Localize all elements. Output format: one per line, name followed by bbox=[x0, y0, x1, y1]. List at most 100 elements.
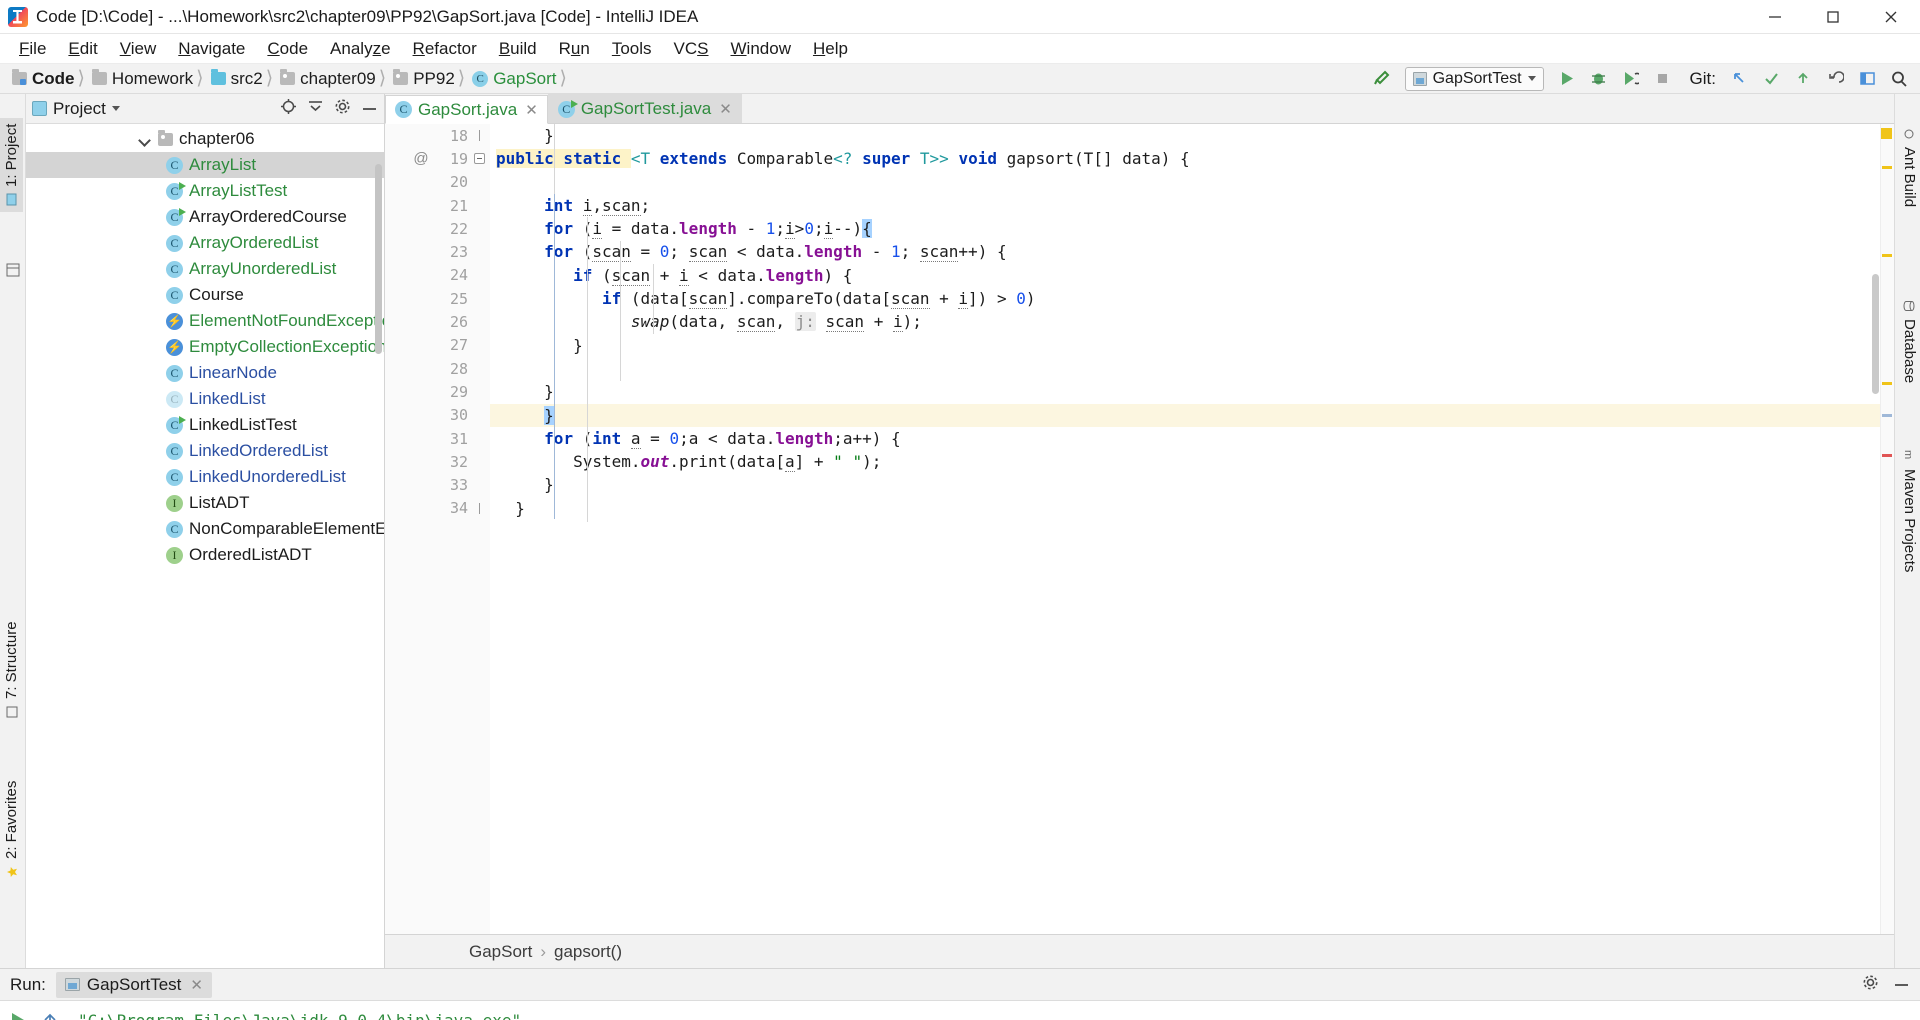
annotation-marker[interactable]: @ bbox=[408, 150, 434, 167]
minimize-button[interactable] bbox=[1746, 0, 1804, 34]
collapse-all-icon[interactable] bbox=[307, 98, 324, 120]
editor-vertical-scrollbar[interactable] bbox=[1871, 124, 1880, 934]
debug-icon[interactable] bbox=[1586, 67, 1612, 91]
code-line-22[interactable]: for (i = data.length - 1;i>0;i--){ bbox=[490, 217, 1880, 240]
scrollbar-thumb[interactable] bbox=[1872, 274, 1879, 394]
run-with-coverage-icon[interactable] bbox=[1618, 67, 1644, 91]
tree-node-elementnotfoundexception[interactable]: ⚡ ElementNotFoundException bbox=[26, 308, 384, 334]
sidebar-item-favorites[interactable]: 2: Favorites bbox=[0, 775, 23, 884]
console-output[interactable]: "C:\Program Files\Java\jdk-9.0.4\bin\jav… bbox=[66, 1001, 1920, 1020]
sidebar-item-ant-build[interactable]: Ant Build bbox=[1898, 122, 1920, 213]
run-tab-gapsorttest[interactable]: GapSortTest ✕ bbox=[55, 971, 212, 998]
close-button[interactable] bbox=[1862, 0, 1920, 34]
editor-marker-bar[interactable] bbox=[1880, 124, 1894, 934]
breadcrumb-homework[interactable]: Homework bbox=[86, 68, 195, 90]
hide-icon[interactable] bbox=[1893, 975, 1910, 995]
stop-icon[interactable] bbox=[1650, 67, 1676, 91]
warning-marker[interactable] bbox=[1881, 128, 1892, 139]
push-icon[interactable] bbox=[1790, 67, 1816, 91]
tab-gapsort-java[interactable]: C GapSort.java ✕ bbox=[385, 95, 548, 124]
menu-vcs[interactable]: VCS bbox=[663, 37, 720, 61]
tree-node-linkedunorderedlist[interactable]: C LinkedUnorderedList bbox=[26, 464, 384, 490]
tree-node-linkedlisttest[interactable]: C LinkedListTest bbox=[26, 412, 384, 438]
run-configuration-selector[interactable]: GapSortTest bbox=[1404, 66, 1544, 91]
code-line-29[interactable]: } bbox=[490, 380, 1880, 403]
sidebar-item-structure[interactable]: 7: Structure bbox=[0, 615, 23, 724]
hammer-icon[interactable] bbox=[1369, 67, 1395, 91]
chevron-down-icon[interactable] bbox=[138, 132, 152, 146]
structure-tool-icon[interactable] bbox=[6, 262, 20, 282]
code-line-34[interactable]: } bbox=[490, 497, 1880, 520]
code-line-33[interactable]: } bbox=[490, 473, 1880, 496]
tree-node-listadt[interactable]: I ListADT bbox=[26, 490, 384, 516]
scroll-up-button[interactable] bbox=[37, 1007, 63, 1020]
tree-node-arraylist[interactable]: C ArrayList bbox=[26, 152, 384, 178]
run-icon[interactable] bbox=[1554, 67, 1580, 91]
menu-analyze[interactable]: Analyze bbox=[319, 37, 402, 61]
breadcrumb-chapter09[interactable]: chapter09 bbox=[274, 68, 378, 90]
maximize-button[interactable] bbox=[1804, 0, 1862, 34]
menu-file[interactable]: File bbox=[8, 37, 57, 61]
menu-navigate[interactable]: Navigate bbox=[167, 37, 256, 61]
code-line-28[interactable] bbox=[490, 357, 1880, 380]
menu-tools[interactable]: Tools bbox=[601, 37, 663, 61]
menu-edit[interactable]: Edit bbox=[57, 37, 108, 61]
code-line-18[interactable]: } bbox=[490, 124, 1880, 147]
breadcrumb-class[interactable]: GapSort bbox=[469, 942, 532, 962]
tree-node-linearnode[interactable]: C LinearNode bbox=[26, 360, 384, 386]
change-marker[interactable] bbox=[1882, 254, 1892, 257]
undo-icon[interactable] bbox=[1822, 67, 1848, 91]
hide-icon[interactable] bbox=[361, 99, 378, 119]
code-line-31[interactable]: for (int a = 0;a < data.length;a++) { bbox=[490, 427, 1880, 450]
breadcrumb-code[interactable]: Code bbox=[6, 68, 77, 90]
fold-end-icon[interactable] bbox=[468, 130, 490, 142]
close-icon[interactable]: ✕ bbox=[525, 101, 538, 119]
caret-marker[interactable] bbox=[1882, 414, 1892, 417]
code-line-26[interactable]: swap(data, scan, j: scan + i); bbox=[490, 310, 1880, 333]
breadcrumb-method[interactable]: gapsort() bbox=[554, 942, 622, 962]
fold-end-icon[interactable] bbox=[468, 502, 490, 514]
breadcrumb-src2[interactable]: src2 bbox=[205, 68, 265, 90]
code-line-20[interactable] bbox=[490, 171, 1880, 194]
tab-gapsorttest-java[interactable]: C GapSortTest.java ✕ bbox=[547, 94, 742, 123]
code-line-25[interactable]: if (data[scan].compareTo(data[scan + i])… bbox=[490, 287, 1880, 310]
update-project-icon[interactable] bbox=[1726, 67, 1752, 91]
tree-node-arrayorderedlist[interactable]: C ArrayOrderedList bbox=[26, 230, 384, 256]
code-text[interactable]: } public static <T extends Comparable<? … bbox=[490, 124, 1880, 934]
code-editor[interactable]: 18 @19 20 21 22 23 24 25 26 27 28 29 30 … bbox=[385, 124, 1894, 934]
code-line-32[interactable]: System.out.print(data[a] + " "); bbox=[490, 450, 1880, 473]
sidebar-item-project[interactable]: 1: Project bbox=[0, 117, 23, 212]
menu-refactor[interactable]: Refactor bbox=[402, 37, 488, 61]
change-marker[interactable] bbox=[1882, 166, 1892, 169]
menu-window[interactable]: Window bbox=[720, 37, 802, 61]
code-line-19[interactable]: public static <T extends Comparable<? su… bbox=[490, 147, 1880, 170]
tree-node-arrayunorderedlist[interactable]: C ArrayUnorderedList bbox=[26, 256, 384, 282]
editor-gutter[interactable]: 18 @19 20 21 22 23 24 25 26 27 28 29 30 … bbox=[385, 124, 490, 934]
tree-node-linkedorderedlist[interactable]: C LinkedOrderedList bbox=[26, 438, 384, 464]
code-line-23[interactable]: for (scan = 0; scan < data.length - 1; s… bbox=[490, 240, 1880, 263]
error-marker[interactable] bbox=[1882, 454, 1892, 457]
project-tree[interactable]: chapter06 C ArrayList C ArrayListTest C … bbox=[26, 124, 384, 968]
close-icon[interactable]: ✕ bbox=[719, 100, 732, 118]
project-tree-scrollbar[interactable] bbox=[375, 164, 382, 354]
change-marker[interactable] bbox=[1882, 382, 1892, 385]
tree-node-arrayorderedcourse[interactable]: C ArrayOrderedCourse bbox=[26, 204, 384, 230]
commit-icon[interactable] bbox=[1758, 67, 1784, 91]
code-line-30[interactable]: } bbox=[490, 403, 1880, 427]
tree-node-linkedlist[interactable]: C LinkedList bbox=[26, 386, 384, 412]
menu-code[interactable]: Code bbox=[256, 37, 319, 61]
sidebar-item-database[interactable]: Database bbox=[1898, 294, 1920, 389]
tree-node-orderedlistadt[interactable]: I OrderedListADT bbox=[26, 542, 384, 568]
menu-view[interactable]: View bbox=[109, 37, 168, 61]
menu-help[interactable]: Help bbox=[802, 37, 859, 61]
search-everywhere-icon[interactable] bbox=[1886, 67, 1912, 91]
breadcrumb-gapsort[interactable]: C GapSort bbox=[466, 68, 558, 90]
code-line-21[interactable]: int i,scan; bbox=[490, 194, 1880, 217]
tree-node-arraylisttest[interactable]: C ArrayListTest bbox=[26, 178, 384, 204]
code-line-24[interactable]: if (scan + i < data.length) { bbox=[490, 264, 1880, 287]
sidebar-item-maven-projects[interactable]: m Maven Projects bbox=[1898, 444, 1920, 578]
close-icon[interactable]: ✕ bbox=[190, 976, 203, 994]
breadcrumb-pp92[interactable]: PP92 bbox=[387, 68, 457, 90]
tree-node-chapter06[interactable]: chapter06 bbox=[26, 126, 384, 152]
chevron-down-icon[interactable] bbox=[111, 106, 120, 111]
